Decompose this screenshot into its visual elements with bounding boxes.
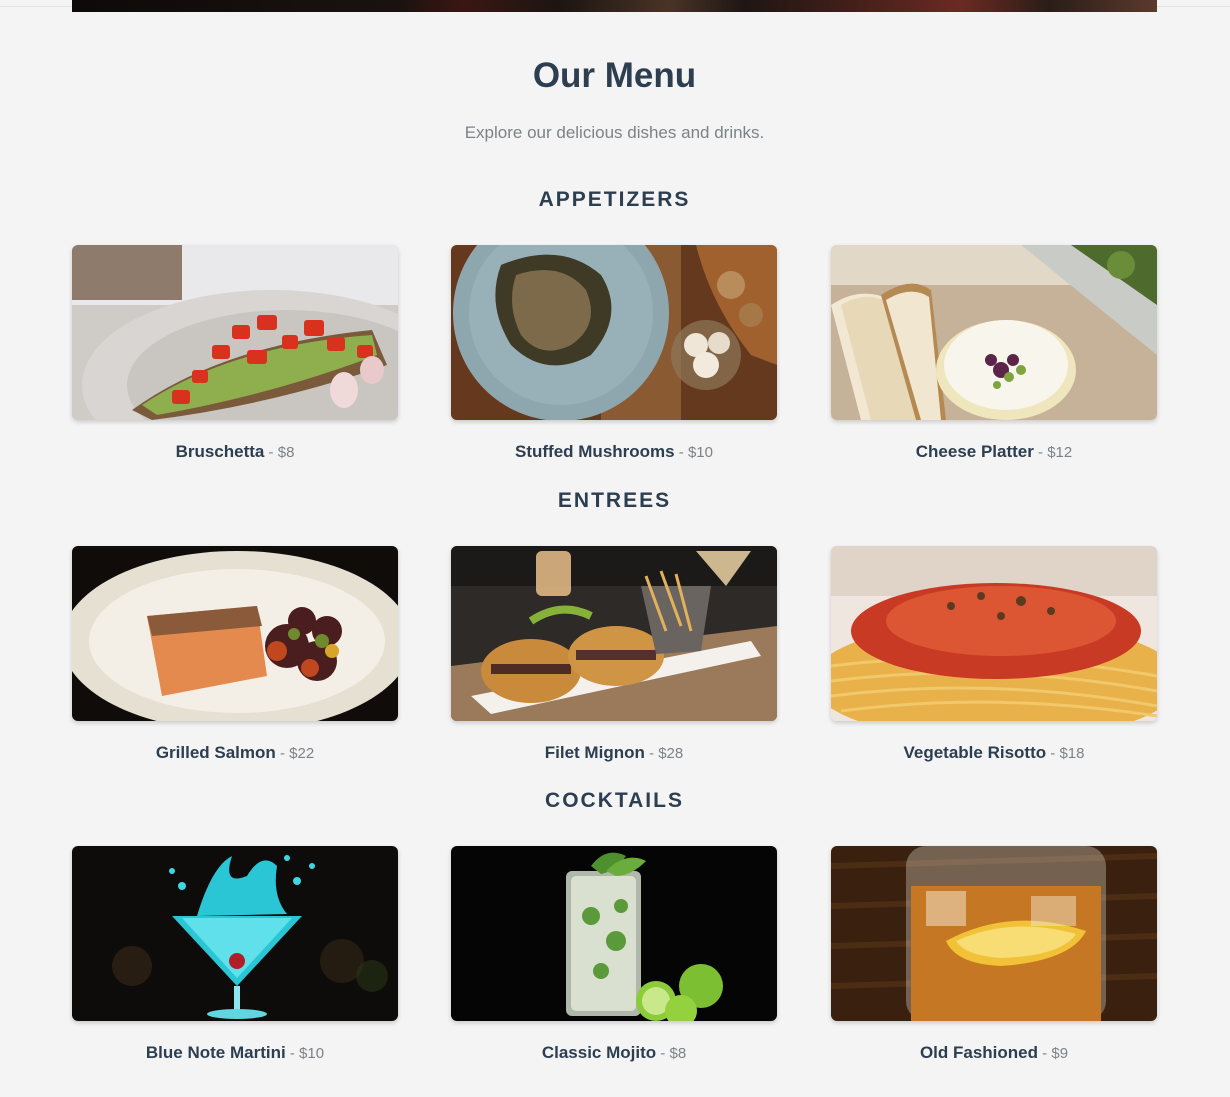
menu-item-old-fashioned[interactable]: Old Fashioned - $9 [831, 846, 1157, 1066]
price-separator: - [1038, 1045, 1052, 1062]
item-name: Old Fashioned [919, 1043, 1039, 1062]
menu-item-classic-mojito[interactable]: Classic Mojito - $8 [451, 846, 777, 1066]
item-name: Grilled Salmon [155, 743, 276, 762]
item-name: Bruschetta [175, 442, 265, 461]
price-separator: - [285, 1045, 300, 1062]
vegetable-risotto-photo [831, 546, 1157, 721]
item-caption: Filet Mignon - $28 [451, 743, 777, 764]
item-price: $8 [669, 1045, 687, 1062]
section-title-appetizers: APPETIZERS [538, 188, 691, 211]
page-subtitle: Explore our delicious dishes and drinks. [464, 123, 765, 142]
item-caption: Cheese Platter - $12 [831, 442, 1157, 463]
item-name: Classic Mojito [541, 1043, 657, 1062]
blue-note-martini-photo [72, 846, 398, 1021]
classic-mojito-photo [451, 846, 777, 1021]
item-caption: Bruschetta - $8 [72, 442, 398, 463]
item-price: $28 [658, 745, 684, 762]
page-title: Our Menu [532, 56, 697, 95]
grilled-salmon-photo [72, 546, 398, 721]
price-separator: - [264, 444, 278, 461]
item-caption: Old Fashioned - $9 [831, 1043, 1157, 1064]
item-name: Filet Mignon [544, 743, 645, 762]
item-caption: Grilled Salmon - $22 [72, 743, 398, 764]
item-caption: Blue Note Martini - $10 [72, 1043, 398, 1064]
menu-item-blue-note-martini[interactable]: Blue Note Martini - $10 [72, 846, 398, 1066]
section-title-cocktails: COCKTAILS [545, 789, 684, 812]
entrees-row: Grilled Salmon - $22 Filet Mignon - $28 … [72, 546, 1157, 766]
item-name: Vegetable Risotto [903, 743, 1047, 762]
item-price: $10 [299, 1045, 325, 1062]
item-name: Blue Note Martini [145, 1043, 286, 1062]
item-price: $10 [687, 444, 713, 461]
item-name: Stuffed Mushrooms [515, 442, 675, 461]
bruschetta-photo [72, 245, 398, 420]
cocktails-row: Blue Note Martini - $10 Classic Mojito -… [72, 846, 1157, 1066]
price-separator: - [674, 444, 688, 461]
hero-image-bottom-edge [72, 0, 1157, 12]
menu-item-grilled-salmon[interactable]: Grilled Salmon - $22 [72, 546, 398, 766]
item-caption: Classic Mojito - $8 [451, 1043, 777, 1064]
item-price: $22 [289, 745, 315, 762]
menu-item-cheese-platter[interactable]: Cheese Platter - $12 [831, 245, 1157, 465]
item-price: $18 [1059, 745, 1085, 762]
item-price: $12 [1047, 444, 1073, 461]
item-price: $8 [277, 444, 295, 461]
menu-item-vegetable-risotto[interactable]: Vegetable Risotto - $18 [831, 546, 1157, 766]
menu-item-bruschetta[interactable]: Bruschetta - $8 [72, 245, 398, 465]
menu-item-stuffed-mushrooms[interactable]: Stuffed Mushrooms - $10 [451, 245, 777, 465]
item-price: $9 [1051, 1045, 1069, 1062]
price-separator: - [656, 1045, 670, 1062]
item-name: Cheese Platter [915, 442, 1034, 461]
appetizers-row: Bruschetta - $8 Stuffed Mushrooms - $10 … [72, 245, 1157, 465]
section-title-entrees: ENTREES [557, 489, 672, 512]
price-separator: - [1046, 745, 1060, 762]
price-separator: - [275, 745, 290, 762]
cheese-platter-photo [831, 245, 1157, 420]
item-caption: Stuffed Mushrooms - $10 [451, 442, 777, 463]
menu-item-filet-mignon[interactable]: Filet Mignon - $28 [451, 546, 777, 766]
filet-mignon-photo [451, 546, 777, 721]
item-caption: Vegetable Risotto - $18 [831, 743, 1157, 764]
old-fashioned-photo [831, 846, 1157, 1021]
price-separator: - [1033, 444, 1048, 461]
price-separator: - [644, 745, 659, 762]
stuffed-mushrooms-photo [451, 245, 777, 420]
